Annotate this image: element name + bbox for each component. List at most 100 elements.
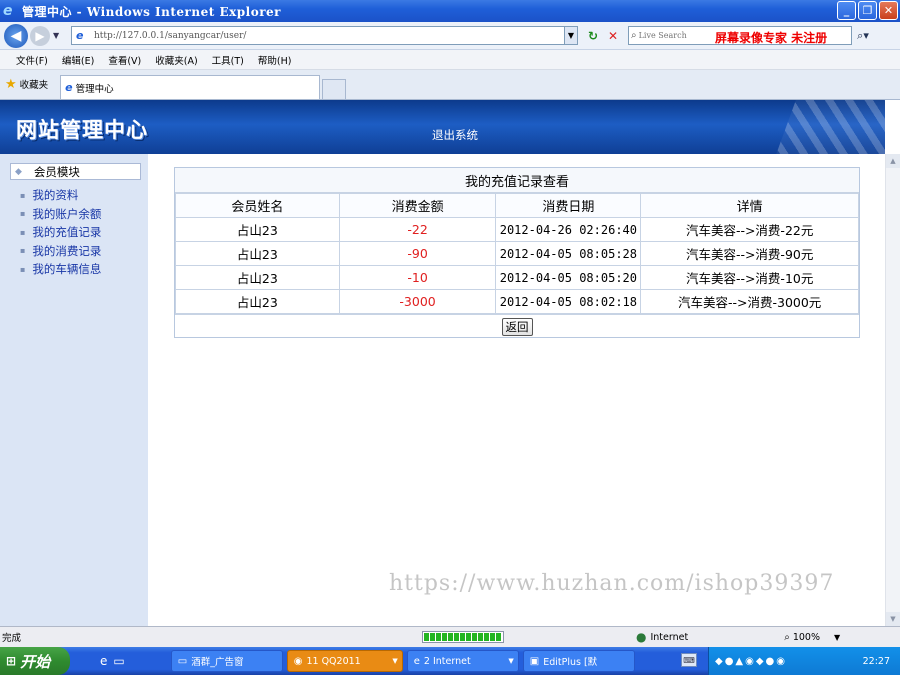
sidebar-item-vehicle-info[interactable]: ▪ 我的车辆信息 [20,260,101,279]
search-go-button[interactable]: ⌕▾ [854,26,872,45]
column-header: 消费日期 [495,193,642,218]
back-button[interactable]: ◀ [4,23,28,48]
list-bullet-icon: ▪ [20,209,26,219]
zoom-dropdown-icon[interactable]: ▼ [834,633,840,642]
browser-tab[interactable]: e 管理中心 [60,75,321,99]
table-row: 占山23 -10 2012-04-05 08:05:20 汽车美容-->消费-1… [175,265,859,290]
sidebar: ◆ 会员模块 ▪ 我的资料 ▪ 我的账户余额 ▪ 我的充值记录 ▪ 我的消费记录… [0,154,148,626]
url-input[interactable] [94,30,554,41]
progress-block [478,633,483,641]
list-bullet-icon: ▪ [20,246,26,256]
logout-link[interactable]: 退出系统 [432,127,478,143]
site-header: 网站管理中心 退出系统 [0,100,885,154]
quick-launch: e ▭ [100,654,125,668]
load-progress-bar [422,631,504,643]
detail-cell: 汽车美容-->消费-22元 [640,217,859,242]
back-row: 返回 [175,314,859,339]
table-row: 占山23 -3000 2012-04-05 08:02:18 汽车美容-->消费… [175,289,859,314]
editplus-icon: ▣ [529,655,540,667]
window-title-bar: e 管理中心 - Windows Internet Explorer _ ❐ ✕ [0,0,900,22]
folder-icon: ▭ [177,655,188,667]
progress-block [496,633,501,641]
amount-cell: -3000 [338,289,497,314]
group-dropdown-icon: ▼ [392,657,398,665]
ie-logo-icon: e [3,3,13,19]
minimize-button[interactable]: _ [837,1,856,20]
security-zone: ● Internet [636,630,688,644]
detail-cell: 汽车美容-->消费-90元 [640,241,859,266]
scroll-down-icon[interactable]: ▼ [886,612,900,626]
start-button[interactable]: ⊞ 开始 [0,647,70,675]
shop-watermark: https://www.huzhan.com/ishop39397 [389,571,835,596]
member-name-cell: 占山23 [175,241,340,266]
keyboard-icon[interactable]: ⌨ [681,653,697,667]
forward-button[interactable]: ▶ [30,25,50,46]
menu-file[interactable]: 文件(F) [16,53,48,67]
tray-icons[interactable]: ◆●▲◉◆●◉ [715,656,787,667]
close-button[interactable]: ✕ [879,1,898,20]
favorites-label: 收藏夹 [19,80,49,91]
progress-block [466,633,471,641]
column-header: 详情 [640,193,859,218]
history-dropdown-icon[interactable]: ▼ [53,31,63,40]
main-content: 我的充值记录查看 会员姓名 消费金额 消费日期 详情 占山23 -22 2012… [148,154,885,626]
favorites-bar: ★ 收藏夹 e 管理中心 [0,70,900,100]
scroll-up-icon[interactable]: ▲ [886,154,900,168]
taskbar-item[interactable]: ▣ EditPlus [默 [522,650,635,672]
sidebar-section-title: 会员模块 [33,164,80,179]
start-label: 开始 [20,652,51,671]
date-cell: 2012-04-05 08:05:20 [495,265,642,290]
vertical-scrollbar[interactable]: ▲ ▼ [885,154,900,626]
amount-cell: -90 [338,241,497,266]
table-header-row: 会员姓名 消费金额 消费日期 详情 [175,193,859,218]
zoom-control[interactable]: ⌕ 100% ▼ [784,632,840,643]
list-bullet-icon: ▪ [20,227,26,237]
progress-block [436,633,441,641]
address-bar[interactable]: e [71,26,565,45]
sidebar-item-consumption-records[interactable]: ▪ 我的消费记录 [20,242,101,261]
window-controls: _ ❐ ✕ [837,1,898,20]
ie-quicklaunch-icon[interactable]: e [100,654,107,668]
sidebar-section-header[interactable]: ◆ 会员模块 [10,163,141,180]
taskbar-item[interactable]: e 2 Internet ▼ [406,650,519,672]
member-name-cell: 占山23 [175,217,340,242]
search-icon: ⌕ [631,30,637,41]
sidebar-item-label: 我的资料 [32,188,79,203]
amount-cell: -10 [338,265,497,290]
taskbar-item-label: 2 Internet [423,655,471,667]
sidebar-item-label: 我的车辆信息 [32,262,102,277]
favorites-button[interactable]: ★ 收藏夹 [0,69,48,99]
maximize-button[interactable]: ❐ [858,1,877,20]
member-name-cell: 占山23 [175,289,340,314]
sidebar-menu: ▪ 我的资料 ▪ 我的账户余额 ▪ 我的充值记录 ▪ 我的消费记录 ▪ 我的车辆… [20,186,101,279]
recorder-watermark: 屏幕录像专家 未注册 [715,31,828,45]
search-box[interactable]: ⌕ 屏幕录像专家 未注册 [628,26,852,45]
refresh-button[interactable]: ↻ [584,27,602,45]
new-tab-button[interactable] [322,79,347,99]
menu-help[interactable]: 帮助(H) [258,53,292,67]
menu-tools[interactable]: 工具(T) [212,53,244,67]
progress-block [472,633,477,641]
menu-view[interactable]: 查看(V) [108,53,141,67]
folder-quicklaunch-icon[interactable]: ▭ [113,654,124,668]
windows-logo-icon: ⊞ [6,654,17,668]
taskbar-item[interactable]: ◉ 11 QQ2011 ▼ [286,650,403,672]
progress-block [430,633,435,641]
search-input[interactable] [638,31,721,40]
tab-page-icon: e [65,81,73,94]
sidebar-item-label: 我的消费记录 [32,243,102,258]
sidebar-item-balance[interactable]: ▪ 我的账户余额 [20,205,101,224]
records-table: 会员姓名 消费金额 消费日期 详情 占山23 -22 2012-04-26 02… [175,193,859,314]
sidebar-item-profile[interactable]: ▪ 我的资料 [20,186,101,205]
menu-favorites[interactable]: 收藏夹(A) [155,53,197,67]
url-dropdown-button[interactable]: ▼ [564,26,578,45]
stop-button[interactable]: ✕ [604,27,622,45]
menu-edit[interactable]: 编辑(E) [62,53,94,67]
list-bullet-icon: ▪ [20,264,26,274]
back-button-page[interactable]: 返回 [501,318,533,336]
panel-title: 我的充值记录查看 [175,168,859,193]
table-row: 占山23 -22 2012-04-26 02:26:40 汽车美容-->消费-2… [175,217,859,242]
sidebar-item-recharge-records[interactable]: ▪ 我的充值记录 [20,223,101,242]
taskbar-item[interactable]: ▭ 酒群_广告窗 [170,650,283,672]
tab-label: 管理中心 [75,83,114,95]
